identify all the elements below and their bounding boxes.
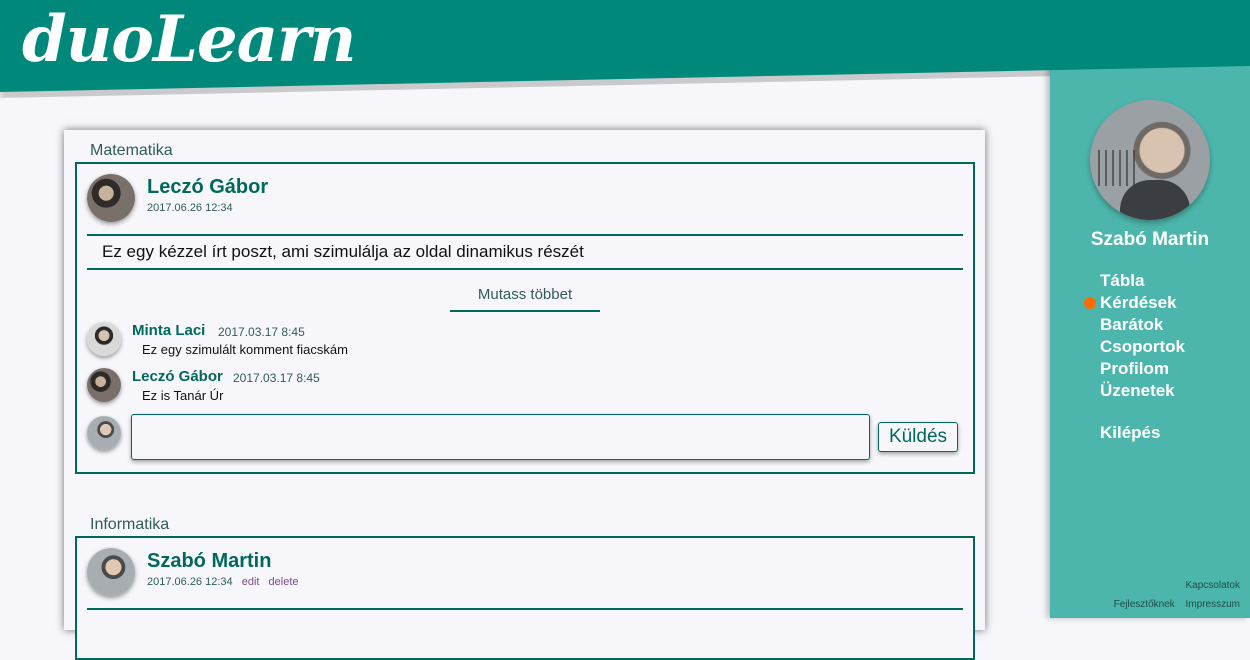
comment-text: Ez egy szimulált komment fiacskám	[142, 342, 348, 357]
feed-panel: Matematika Leczó Gábor 2017.06.26 12:34 …	[64, 130, 985, 660]
user-avatar[interactable]	[1090, 100, 1210, 220]
author-avatar[interactable]	[87, 548, 135, 596]
sidebar-menu: Tábla Kérdések Barátok Csoportok Profilo…	[1084, 270, 1185, 444]
app-logo[interactable]: duoLearn	[22, 2, 356, 77]
post-date: 2017.06.26 12:34	[147, 576, 233, 588]
post-subject[interactable]: Informatika	[90, 516, 169, 534]
sidebar-item-tabla[interactable]: Tábla	[1100, 270, 1185, 292]
author-avatar[interactable]	[87, 174, 135, 222]
delete-link[interactable]: delete	[269, 576, 299, 588]
post-meta: 2017.06.26 12:34 edit delete	[147, 576, 299, 588]
divider	[87, 234, 963, 236]
sidebar-user-name[interactable]: Szabó Martin	[1050, 229, 1250, 251]
sidebar: Szabó Martin Tábla Kérdések Barátok Csop…	[1050, 64, 1250, 618]
comment-author[interactable]: Leczó Gábor	[132, 368, 223, 385]
post-date: 2017.06.26 12:34	[147, 202, 233, 214]
author-name[interactable]: Leczó Gábor	[147, 176, 268, 199]
post-subject[interactable]: Matematika	[90, 142, 173, 160]
sidebar-item-csoportok[interactable]: Csoportok	[1100, 336, 1185, 358]
author-name[interactable]: Szabó Martin	[147, 550, 271, 573]
comment-input[interactable]	[131, 414, 870, 460]
post-text: Ez egy kézzel írt poszt, ami szimulálja …	[102, 242, 584, 261]
show-more-underline	[450, 310, 600, 312]
comment-author[interactable]: Minta Laci	[132, 322, 205, 339]
sidebar-item-baratok[interactable]: Barátok	[1100, 314, 1185, 336]
divider	[87, 608, 963, 610]
footer-link-imprint[interactable]: Impresszum	[1186, 599, 1240, 610]
avatar-shirt	[1120, 180, 1190, 220]
comment-date: 2017.03.17 8:45	[233, 371, 320, 385]
show-more-button[interactable]: Mutass többet	[450, 286, 600, 303]
edit-link[interactable]: edit	[242, 576, 260, 588]
comment-avatar[interactable]	[87, 322, 121, 356]
logout-link[interactable]: Kilépés	[1100, 422, 1185, 444]
sidebar-item-kerdesek[interactable]: Kérdések	[1084, 292, 1185, 314]
active-indicator-dot	[1084, 297, 1096, 309]
footer-link-developers[interactable]: Fejlesztőknek	[1114, 599, 1175, 610]
footer-link-contacts[interactable]: Kapcsolatok	[1186, 580, 1240, 591]
comment-date: 2017.03.17 8:45	[218, 325, 305, 339]
footer-links: Fejlesztőknek Impresszum	[1106, 599, 1240, 610]
sidebar-item-uzenetek[interactable]: Üzenetek	[1100, 380, 1185, 402]
divider	[87, 268, 963, 270]
comment-text: Ez is Tanár Úr	[142, 388, 224, 403]
send-button[interactable]: Küldés	[878, 422, 958, 452]
comment-avatar[interactable]	[87, 368, 121, 402]
current-user-avatar	[87, 416, 121, 450]
post-card: Leczó Gábor 2017.06.26 12:34 Ez egy kézz…	[75, 162, 975, 474]
post-card: Szabó Martin 2017.06.26 12:34 edit delet…	[75, 536, 975, 660]
sidebar-item-label: Kérdések	[1100, 293, 1177, 312]
sidebar-item-profilom[interactable]: Profilom	[1100, 358, 1185, 380]
avatar-background	[1098, 150, 1138, 186]
